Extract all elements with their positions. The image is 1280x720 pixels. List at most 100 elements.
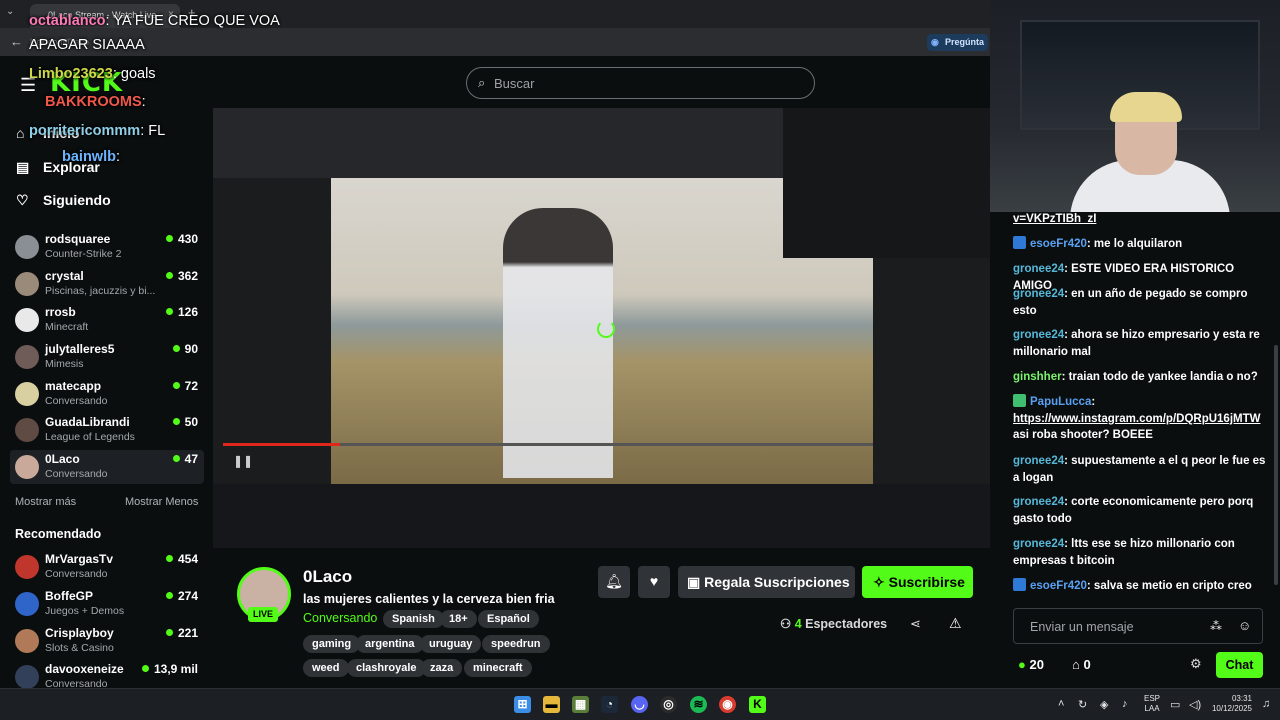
tray-shield-icon[interactable]: ◈ <box>1100 698 1108 711</box>
emoji-icon[interactable]: ☺ <box>1238 618 1251 633</box>
tag[interactable]: clashroyale <box>347 659 426 677</box>
tray-chevron-up-icon[interactable]: ˄ <box>1058 698 1064 710</box>
tag[interactable]: minecraft <box>464 659 532 677</box>
store-button[interactable]: ⌂ 0 <box>1072 657 1091 672</box>
tag[interactable]: 18+ <box>440 610 477 628</box>
show-less-link[interactable]: Mostrar Menos <box>125 496 198 508</box>
translate-icon[interactable]: ⁂ <box>1210 619 1222 633</box>
clock[interactable]: 03:31 10/12/2025 <box>1208 694 1252 714</box>
chat-username[interactable]: gronee24 <box>1013 263 1064 275</box>
chat-username[interactable]: gronee24 <box>1013 538 1064 550</box>
search-box[interactable]: ⌕ <box>466 67 815 99</box>
store-icon: ⌂ <box>1072 657 1080 672</box>
chrome-icon[interactable]: ◉ <box>719 696 736 713</box>
tag[interactable]: Spanish <box>383 610 444 628</box>
stream-person <box>503 208 613 478</box>
search-input[interactable] <box>494 73 794 93</box>
player-progress-fill <box>223 443 340 446</box>
sidebar-channel-mrvargastv[interactable]: MrVargasTv Conversando 454 <box>10 550 204 584</box>
chat-username[interactable]: gronee24 <box>1013 288 1064 300</box>
chat-username[interactable]: ginshher <box>1013 371 1062 383</box>
notification-bell-button[interactable]: 🔔︎ <box>598 566 630 598</box>
gift-subs-button[interactable]: ▣ Regala Suscripciones <box>678 566 855 598</box>
overlay-chat-line: bainwlb: <box>62 149 120 165</box>
gear-icon[interactable]: ⚙ <box>1190 656 1202 672</box>
pause-icon[interactable]: ❚❚ <box>233 454 253 468</box>
subscribe-label: Suscribirse <box>888 574 965 590</box>
volume-icon[interactable]: ◁) <box>1189 698 1201 711</box>
sidebar-channel-matecapp[interactable]: matecapp Conversando 72 <box>10 377 204 411</box>
tag[interactable]: weed <box>303 659 349 677</box>
viewer-number: 430 <box>177 232 198 246</box>
tag[interactable]: Español <box>478 610 539 628</box>
sidebar-channel-rrosb[interactable]: rrosb Minecraft 126 <box>10 303 204 337</box>
sidebar-channel-davooxeneize[interactable]: davooxeneize Conversando 13,9 mil <box>10 660 204 688</box>
player-progress-bar[interactable] <box>223 443 873 446</box>
viewer-count: 13,9 mil <box>141 662 198 676</box>
show-more-link[interactable]: Mostrar más <box>15 496 76 508</box>
chat-username[interactable]: gronee24 <box>1013 496 1064 508</box>
chat-input[interactable] <box>1030 618 1200 636</box>
discord-icon[interactable]: ◡ <box>631 696 648 713</box>
chat-username[interactable]: gronee24 <box>1013 455 1064 467</box>
chat-link[interactable]: v=VKPzTIBh_zI <box>1013 213 1096 225</box>
file-explorer-icon[interactable]: ▬ <box>543 696 560 713</box>
tab-list-chevron-icon[interactable]: ⌄ <box>6 6 14 17</box>
viewer-count-number: 4 <box>794 617 802 631</box>
chat-username[interactable]: PapuLucca <box>1030 396 1091 408</box>
spotify-icon[interactable]: ≋ <box>690 696 707 713</box>
send-chat-button[interactable]: Chat <box>1216 652 1263 678</box>
chat-scrollbar[interactable] <box>1274 345 1278 585</box>
video-player[interactable]: ❚❚ <box>213 108 990 548</box>
live-dot-icon <box>172 382 180 389</box>
nav-siguiendo[interactable]: ♡ Siguiendo <box>16 192 111 214</box>
tray-mic-icon[interactable]: ♪ <box>1122 698 1128 710</box>
chat-text: : me lo alquilaron <box>1086 238 1183 250</box>
chat-username[interactable]: esoeFr420 <box>1030 238 1087 250</box>
chat-username[interactable]: gronee24 <box>1013 329 1064 341</box>
chat-input-box[interactable]: ⁂ ☺ <box>1013 608 1263 644</box>
network-icon[interactable]: ▭ <box>1170 698 1180 711</box>
chat-link[interactable]: https://www.instagram.com/p/DQRpU16jMTW <box>1013 413 1260 425</box>
live-dot-icon <box>165 555 173 562</box>
tag[interactable]: argentina <box>356 635 424 653</box>
sidebar-channel-guadalibrandi[interactable]: GuadaLibrandi League of Legends 50 <box>10 413 204 447</box>
tag[interactable]: zaza <box>421 659 463 677</box>
sidebar-channel-julytalleres5[interactable]: julytalleres5 Mimesis 90 <box>10 340 204 374</box>
ask-button[interactable]: ◉ Pregúnta <box>926 34 988 51</box>
sidebar-channel-rodsquaree[interactable]: rodsquaree Counter-Strike 2 430 <box>10 230 204 264</box>
badge-icon <box>1013 578 1026 591</box>
input-language[interactable]: ESP LAA <box>1144 694 1160 714</box>
sidebar-channel-boffegp[interactable]: BoffeGP Juegos + Demos 274 <box>10 587 204 621</box>
kick-app-icon[interactable]: K <box>749 696 766 713</box>
channel-name: rrosb <box>45 305 76 319</box>
channel-points[interactable]: ● 20 <box>1018 657 1044 672</box>
viewer-count: 50 <box>172 415 198 429</box>
live-dot-icon <box>165 629 173 636</box>
steam-icon[interactable]: ◔ <box>601 696 618 713</box>
viewer-number: 47 <box>184 452 198 466</box>
tray-sync-icon[interactable]: ↻ <box>1078 698 1087 711</box>
channel-name: davooxeneize <box>45 662 124 676</box>
subscribe-button[interactable]: ✧ Suscribirse <box>862 566 973 598</box>
chat-text: : <box>1091 396 1096 408</box>
chat-username[interactable]: esoeFr420 <box>1030 580 1087 592</box>
tag[interactable]: gaming <box>303 635 361 653</box>
channel-name-title[interactable]: 0Laco <box>303 567 352 587</box>
tag[interactable]: uruguay <box>420 635 482 653</box>
minecraft-icon[interactable]: ▦ <box>572 696 589 713</box>
sidebar-channel-crisplayboy[interactable]: Crisplayboy Slots & Casino 221 <box>10 624 204 658</box>
follow-heart-button[interactable]: ♥ <box>638 566 670 598</box>
back-arrow-icon[interactable]: ← <box>10 34 23 49</box>
stream-webcam <box>783 108 990 258</box>
tag[interactable]: speedrun <box>482 635 550 653</box>
windows-start-icon[interactable]: ⊞ <box>514 696 531 713</box>
report-warning-icon[interactable]: ⚠ <box>949 615 962 632</box>
notification-bell-icon[interactable]: ♫ <box>1262 698 1270 710</box>
share-icon[interactable]: ⋖ <box>910 616 921 632</box>
screen: ⌄ 0Laco Stream - Watch Live × + ← kick.c… <box>0 0 1280 720</box>
sidebar-channel-crystal[interactable]: crystal Piscinas, jacuzzis y bi... 362 <box>10 267 204 301</box>
sidebar-channel-0laco[interactable]: 0Laco Conversando 47 <box>10 450 204 484</box>
obs-icon[interactable]: ◎ <box>660 696 677 713</box>
stream-category[interactable]: Conversando <box>303 611 377 625</box>
